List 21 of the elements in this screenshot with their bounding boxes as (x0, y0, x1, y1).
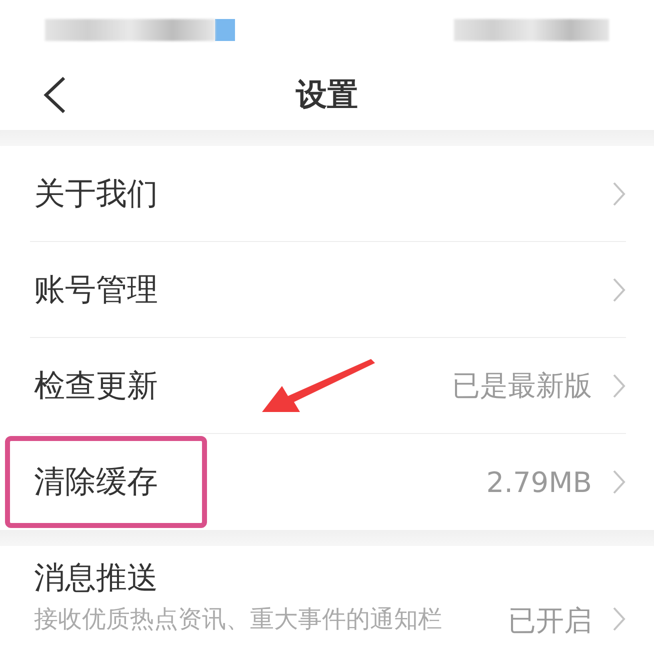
setting-value: 已是最新版 (452, 368, 592, 404)
chevron-right-icon (612, 373, 626, 399)
setting-description: 接收优质热点资讯、重大事件的通知栏 (34, 604, 443, 635)
chevron-right-icon (612, 277, 626, 303)
setting-label[interactable]: 账号管理 (34, 270, 612, 310)
setting-label[interactable]: 清除缓存 (34, 462, 486, 502)
page-title: 设置 (296, 76, 358, 115)
chevron-right-icon (612, 469, 626, 495)
back-icon[interactable] (42, 75, 68, 115)
chevron-right-icon (612, 606, 626, 632)
chevron-right-icon (612, 181, 626, 207)
settings-row[interactable]: 账号管理 (0, 242, 654, 338)
setting-value: 2.79MB (486, 466, 592, 498)
settings-row[interactable]: 检查更新 已是最新版 (0, 338, 654, 434)
setting-label[interactable]: 检查更新 (34, 366, 452, 406)
settings-row[interactable]: 关于我们 (0, 146, 654, 242)
setting-value: 已开启 (508, 603, 592, 639)
settings-row[interactable]: 清除缓存 2.79MB (0, 434, 654, 530)
settings-row[interactable]: 消息推送 接收优质热点资讯、重大事件的通知栏 已开启 (0, 546, 654, 639)
setting-label[interactable]: 关于我们 (34, 174, 612, 214)
setting-label[interactable]: 消息推送 (34, 558, 508, 598)
